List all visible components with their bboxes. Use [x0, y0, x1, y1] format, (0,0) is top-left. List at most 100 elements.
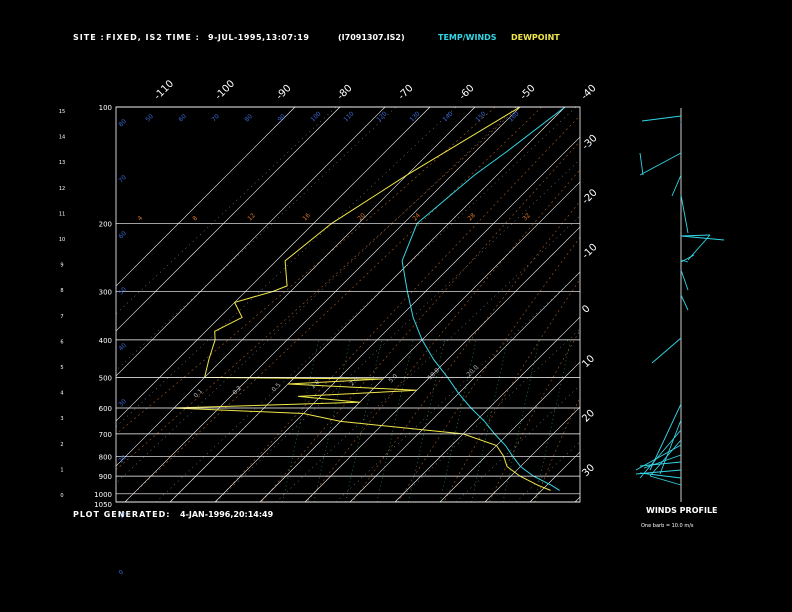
theta-label-top: 70	[210, 113, 220, 123]
theta-label-top: 90	[276, 113, 286, 123]
dry-adiabat-line	[455, 385, 580, 502]
moist-adiabat-line	[763, 107, 792, 502]
moist-adiabat-label: 4	[136, 215, 144, 223]
theta-label-left: 80	[117, 118, 127, 128]
pressure-tick-label: 300	[99, 289, 112, 297]
isotherm-line	[116, 107, 341, 332]
skewt-chart: 1002003004005006007008009001000105015141…	[59, 78, 792, 577]
time-label: TIME :	[166, 33, 200, 42]
plot-area	[116, 107, 792, 502]
winds-profile-label: WINDS PROFILE	[646, 506, 718, 515]
isotherm-line	[169, 107, 566, 502]
mixing-ratio-label: 20.0	[465, 364, 480, 379]
height-km-tick-label: 1	[60, 467, 63, 473]
theta-label-top: 130	[408, 110, 421, 123]
theta-label-left: 0	[117, 569, 125, 577]
isotherm-line	[574, 496, 580, 502]
pressure-tick-label: 400	[99, 337, 112, 345]
legend-dewpoint: DEWPOINT	[511, 33, 560, 42]
height-km-tick-label: 14	[59, 135, 65, 141]
height-km-tick-label: 0	[60, 493, 63, 499]
wind-barb	[639, 152, 644, 176]
wind-barb	[643, 454, 682, 469]
mixing-ratio-line	[439, 339, 477, 502]
height-km-tick-label: 5	[60, 365, 63, 371]
moist-adiabat-line	[581, 107, 775, 502]
mixing-ratio-line	[282, 339, 319, 502]
temp-tick-top: -80	[335, 83, 354, 102]
wind-barb	[680, 234, 711, 237]
mixing-ratio-label: 0.2	[231, 385, 243, 397]
moist-adiabat-line	[489, 329, 580, 502]
dry-adiabat-line	[696, 107, 792, 502]
temperature-trace	[401, 107, 566, 491]
theta-label-left: 70	[117, 174, 127, 184]
moist-adiabat-line	[116, 107, 519, 471]
moist-adiabat-line	[626, 107, 792, 502]
pressure-tick-label: 1000	[94, 491, 112, 499]
temp-tick-right: -20	[580, 187, 599, 206]
theta-label-top: 80	[243, 113, 253, 123]
moist-adiabat-line	[116, 107, 496, 435]
isotherm-line	[116, 107, 296, 287]
pressure-tick-label: 200	[99, 220, 112, 228]
isotherm-line	[529, 451, 580, 502]
isotherm-line	[124, 107, 521, 502]
height-km-tick-label: 15	[59, 109, 65, 115]
dry-adiabat-line	[215, 159, 580, 502]
theta-label-top: 110	[342, 110, 355, 123]
pressure-tick-label: 700	[99, 431, 112, 439]
wind-barb	[671, 174, 682, 197]
moist-adiabat-line	[534, 396, 580, 502]
dry-adiabat-line	[155, 107, 577, 502]
theta-label-top: 50	[144, 113, 154, 123]
moist-adiabat-line	[718, 107, 792, 502]
height-km-tick-label: 4	[60, 391, 63, 397]
isotherm-line	[259, 181, 580, 502]
plot-generated-value: 4-JAN-1996,20:14:49	[180, 510, 274, 519]
moist-adiabat-line	[443, 278, 580, 502]
theta-label-top: 120	[375, 110, 388, 123]
theta-label-left: 30	[117, 398, 127, 408]
mixing-ratio-label: 5.0	[387, 373, 399, 385]
wind-barb	[687, 234, 711, 261]
theta-label-top: 140	[441, 110, 454, 123]
isotherm-line	[214, 136, 580, 502]
dry-adiabat-line	[395, 328, 580, 502]
moist-adiabat-label: 32	[521, 212, 531, 222]
dry-adiabat-line	[636, 107, 792, 502]
mixing-ratio-label: 1.0	[309, 379, 321, 391]
moist-adiabat-label: 12	[246, 212, 256, 222]
theta-label-left: 50	[117, 286, 127, 296]
moist-adiabat-line	[215, 115, 580, 502]
dry-adiabat-line	[116, 107, 457, 428]
pressure-tick-label: 800	[99, 453, 112, 461]
theta-label-left: 40	[117, 342, 127, 352]
isotherm-line	[116, 107, 431, 422]
wind-barb	[639, 152, 682, 176]
plot-frame	[115, 106, 581, 503]
isotherm-line	[394, 316, 580, 502]
dry-adiabat-line	[575, 497, 580, 502]
height-km-tick-label: 7	[60, 314, 63, 320]
pressure-tick-label: 900	[99, 473, 112, 481]
winds-note: One barb = 10.0 m/s	[641, 523, 694, 529]
mixing-ratio-line	[534, 339, 571, 502]
height-km-tick-label: 8	[60, 288, 63, 294]
pressure-tick-label: 600	[99, 405, 112, 413]
dry-adiabat-line	[116, 107, 337, 315]
dry-adiabat-line	[335, 272, 580, 502]
temp-tick-right: -30	[580, 133, 599, 152]
mixing-ratio-line	[313, 339, 351, 502]
moist-adiabat-line	[397, 236, 580, 502]
temp-tick-top: -70	[396, 83, 415, 102]
temp-tick-top: -100	[213, 78, 237, 102]
height-km-tick-label: 10	[59, 237, 65, 243]
wind-barb	[680, 294, 689, 311]
pressure-tick-label: 1050	[94, 501, 112, 509]
mixing-ratio-line	[345, 339, 382, 502]
height-km-tick-label: 13	[59, 160, 65, 166]
pressure-tick-label: 100	[99, 104, 112, 112]
mixing-ratio-label: 0.1	[192, 388, 204, 400]
temp-tick-right: 30	[580, 462, 597, 479]
